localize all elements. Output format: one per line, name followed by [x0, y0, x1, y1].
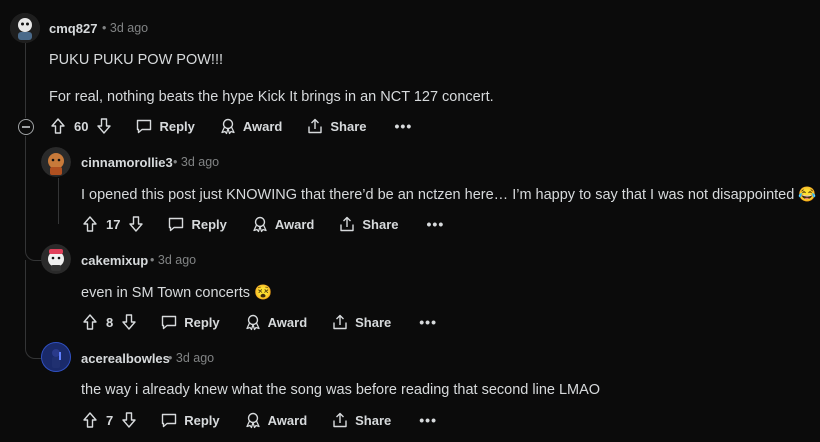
vote-count: 17 — [106, 216, 121, 232]
upvote-icon[interactable] — [81, 313, 99, 331]
share-button[interactable]: Share — [338, 215, 399, 233]
award-button[interactable]: Award — [251, 215, 314, 233]
share-button[interactable]: Share — [331, 411, 391, 429]
upvote-icon[interactable] — [81, 411, 99, 429]
avatar[interactable] — [41, 147, 71, 177]
timestamp: • 3d ago — [168, 351, 215, 365]
award-icon — [221, 118, 235, 135]
username[interactable]: cinnamorollie3 — [81, 155, 173, 170]
comment-actions: 60 Reply Award Share ••• — [49, 114, 412, 138]
downvote-icon[interactable] — [120, 411, 138, 429]
collapse-icon[interactable] — [18, 119, 34, 135]
share-icon — [340, 216, 355, 232]
vote-count: 8 — [106, 314, 114, 330]
award-button[interactable]: Award — [244, 313, 307, 331]
share-button[interactable]: Share — [331, 313, 391, 331]
share-icon — [308, 118, 323, 134]
username[interactable]: cakemixup — [81, 253, 148, 268]
comment-icon — [169, 217, 184, 232]
vote-count: 7 — [106, 412, 114, 428]
timestamp: • 3d ago — [173, 155, 220, 169]
upvote-icon[interactable] — [81, 215, 99, 233]
thread-line — [25, 42, 26, 118]
share-button[interactable]: Share — [306, 117, 367, 135]
comment-text: PUKU PUKU POW POW!!! — [49, 52, 224, 68]
comment-actions: 7 Reply Award Share ••• — [81, 408, 437, 432]
award-icon — [245, 314, 260, 331]
more-icon[interactable]: ••• — [395, 118, 413, 134]
award-icon — [245, 412, 260, 429]
username[interactable]: cmq827 — [49, 21, 97, 36]
timestamp: • 3d ago — [102, 21, 149, 35]
thread-line — [58, 178, 59, 224]
avatar[interactable] — [41, 244, 71, 274]
downvote-icon[interactable] — [95, 117, 113, 135]
comment-text: I opened this post just KNOWING that the… — [81, 187, 817, 203]
username[interactable]: acerealbowles — [81, 351, 170, 366]
reply-button[interactable]: Reply — [135, 117, 195, 135]
avatar[interactable] — [41, 342, 71, 372]
comment-icon — [162, 413, 177, 428]
share-icon — [333, 314, 347, 330]
reply-button[interactable]: Reply — [160, 411, 220, 429]
more-icon[interactable]: ••• — [419, 412, 437, 428]
award-button[interactable]: Award — [244, 411, 307, 429]
more-icon[interactable]: ••• — [419, 314, 437, 330]
reply-button[interactable]: Reply — [160, 313, 220, 331]
upvote-icon[interactable] — [49, 117, 67, 135]
more-icon[interactable]: ••• — [427, 216, 445, 232]
downvote-icon[interactable] — [127, 215, 145, 233]
vote-count: 60 — [74, 118, 89, 134]
avatar[interactable] — [10, 13, 40, 43]
timestamp: • 3d ago — [150, 253, 197, 267]
comment-actions: 17 Reply Award Share ••• — [81, 212, 444, 236]
comment-text: even in SM Town concerts 😵 — [81, 285, 273, 301]
comment-icon — [137, 119, 152, 134]
share-icon — [333, 412, 347, 428]
award-button[interactable]: Award — [219, 117, 282, 135]
award-icon — [253, 216, 267, 233]
thread-connector — [25, 260, 46, 359]
comment-actions: 8 Reply Award Share ••• — [81, 310, 437, 334]
comment-text: the way i already knew what the song was… — [81, 382, 601, 398]
comment-text: For real, nothing beats the hype Kick It… — [49, 89, 494, 105]
comment-icon — [162, 315, 177, 330]
downvote-icon[interactable] — [120, 313, 138, 331]
thread-line — [25, 136, 26, 224]
reply-button[interactable]: Reply — [167, 215, 227, 233]
